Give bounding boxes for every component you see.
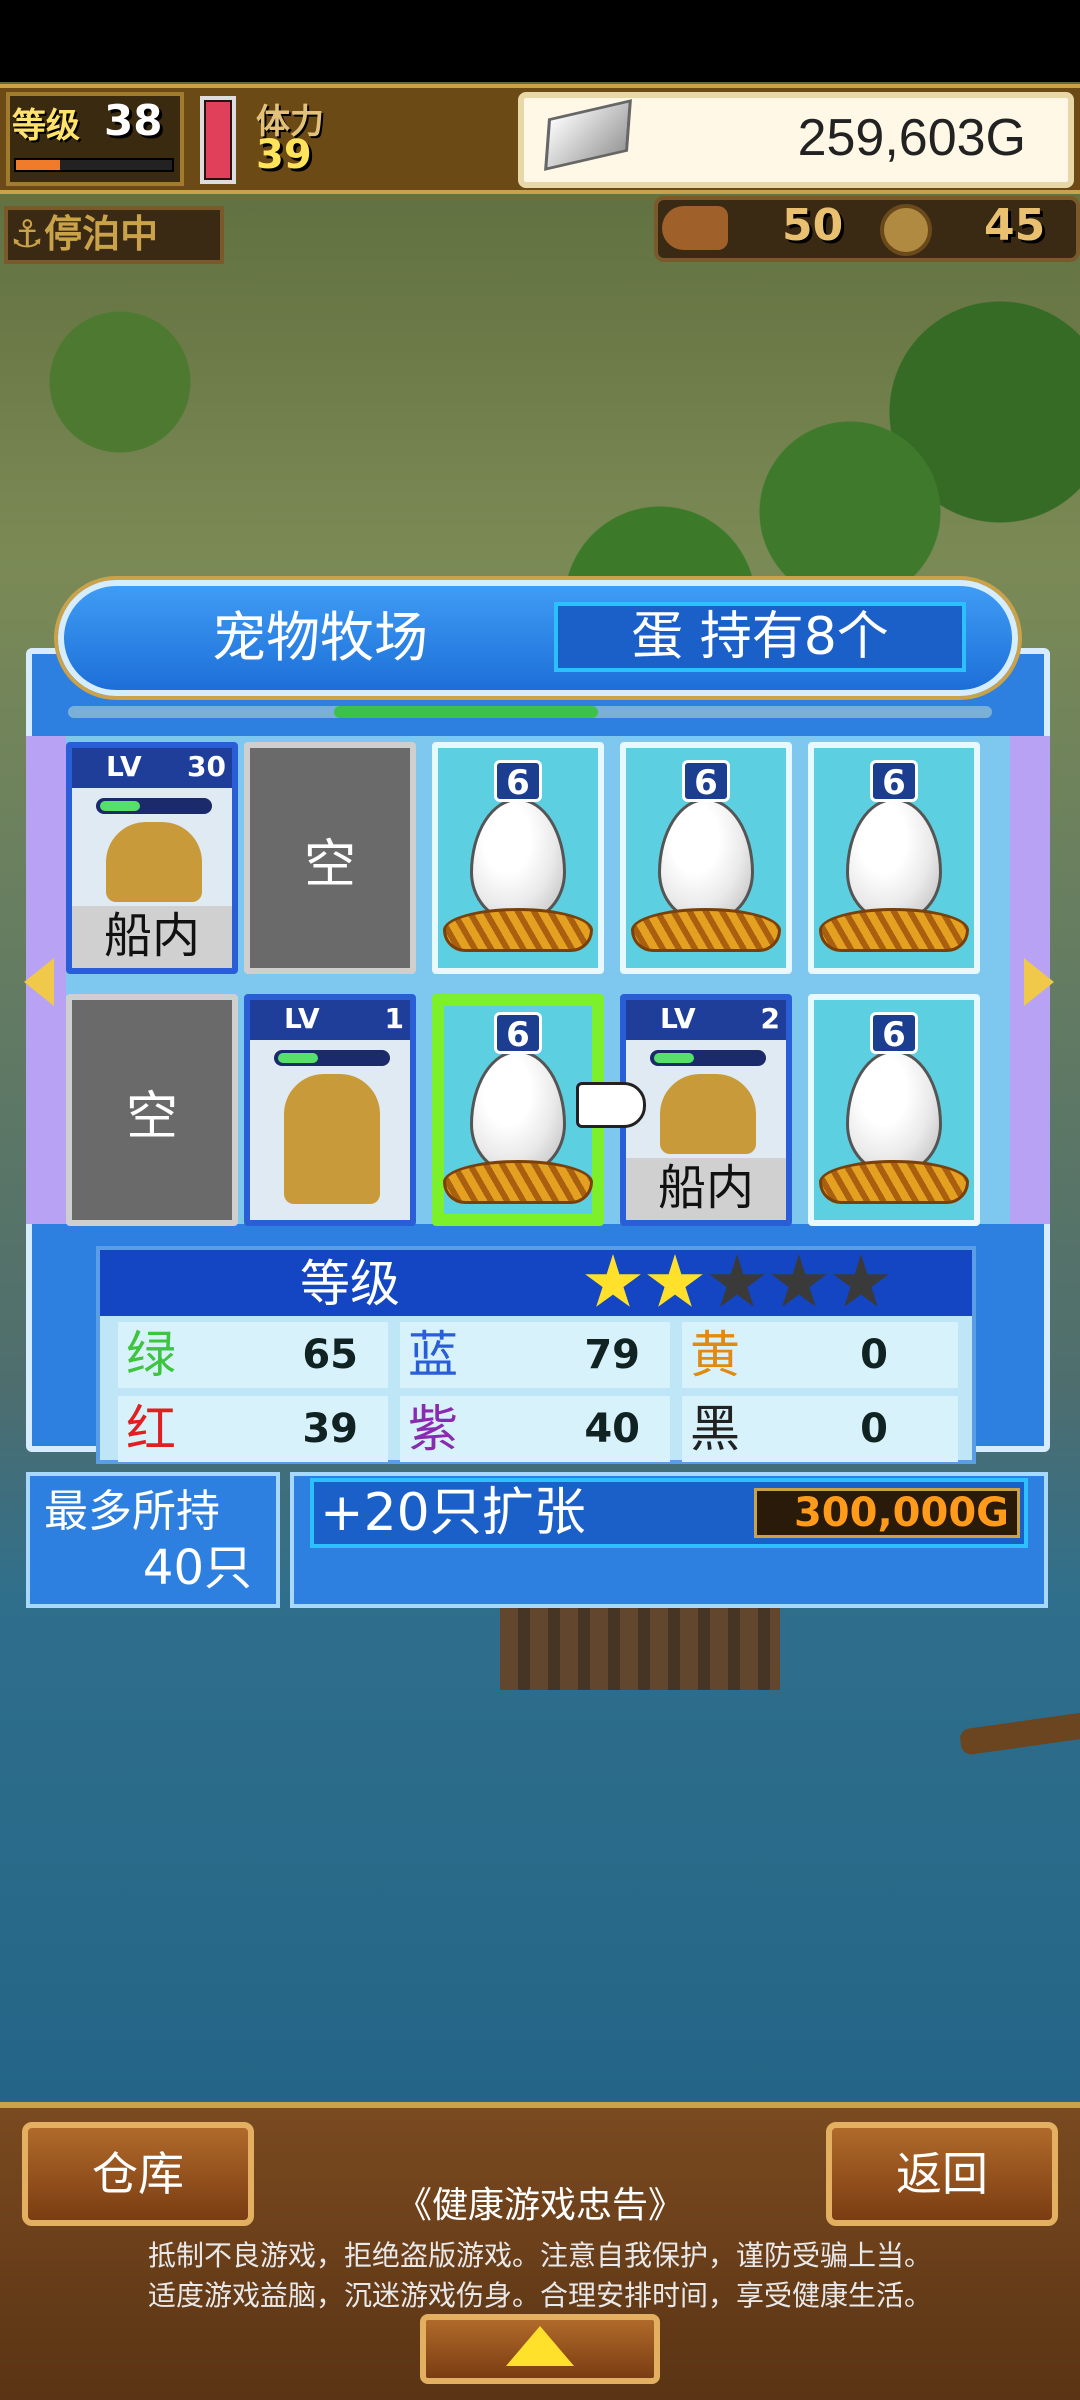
pet-sprite — [106, 822, 202, 902]
egg-hatch-count: 6 — [494, 1012, 542, 1055]
aboard-label: 船内 — [626, 1158, 786, 1220]
stat-value: 0 — [860, 1332, 888, 1378]
empty-slot-label: 空 — [303, 835, 356, 895]
pet-lv-tag: LV — [660, 1002, 696, 1035]
money-value: 259,603G — [797, 109, 1026, 167]
pointer-hand-icon — [576, 1082, 646, 1128]
fish-icon — [662, 206, 728, 250]
stat-value: 0 — [860, 1406, 888, 1452]
egg-hatch-count: 6 — [494, 760, 542, 803]
empty-slot-label: 空 — [125, 1087, 178, 1147]
stat-name: 红 — [126, 1400, 176, 1458]
pet-hp-fill — [278, 1053, 318, 1063]
nest-icon — [631, 908, 781, 952]
stat-name: 紫 — [408, 1400, 458, 1458]
next-page-arrow-icon[interactable] — [1024, 958, 1054, 1006]
stat-value: 65 — [302, 1332, 358, 1378]
stamina-value: 39 — [256, 132, 312, 178]
egg-hatch-count: 6 — [870, 760, 918, 803]
stamina-gauge-fill — [206, 102, 230, 178]
health-notice-title: 《健康游戏忠告》 — [395, 2185, 684, 2226]
egg-count: 蛋 持有8个 — [631, 607, 889, 667]
aboard-label: 船内 — [72, 906, 232, 968]
expand-capacity-label: +20只扩张 — [320, 1483, 586, 1543]
level-value: 38 — [104, 96, 163, 145]
stat-name: 黄 — [690, 1326, 740, 1384]
anchored-status: ⚓停泊中 — [10, 212, 159, 256]
stat-value: 40 — [584, 1406, 640, 1452]
capacity-label: 最多所持 — [44, 1486, 220, 1537]
grade-label: 等级 — [300, 1255, 400, 1313]
egg-hatch-count: 6 — [682, 760, 730, 803]
page-scrollbar-thumb[interactable] — [334, 706, 598, 718]
resource-fish-count: 50 — [782, 200, 844, 251]
egg-hatch-count: 6 — [870, 1012, 918, 1055]
stat-name: 绿 — [126, 1326, 176, 1384]
pet-sprite — [660, 1074, 756, 1154]
capacity-value: 40只 — [142, 1540, 252, 1596]
stat-name: 蓝 — [408, 1326, 458, 1384]
pet-level: 1 — [384, 1002, 404, 1035]
up-arrow-icon — [506, 2326, 574, 2366]
pet-hp-fill — [100, 801, 140, 811]
pet-sprite — [284, 1074, 380, 1204]
resource-coin-count: 45 — [984, 200, 1046, 251]
stat-value: 79 — [584, 1332, 640, 1378]
pet-level: 30 — [187, 750, 226, 783]
back-button[interactable]: 返回 — [826, 2122, 1058, 2226]
health-notice-line-1: 抵制不良游戏，拒绝盗版游戏。注意自我保护，谨防受骗上当。 — [147, 2239, 932, 2272]
stamina-label: 体力 — [256, 102, 324, 142]
nest-icon — [819, 908, 969, 952]
coin-icon — [880, 204, 932, 256]
grade-header — [100, 1250, 972, 1316]
warehouse-button[interactable]: 仓库 — [22, 2122, 254, 2226]
exp-bar-fill — [16, 160, 60, 170]
level-label: 等级 — [12, 106, 80, 146]
stat-value: 39 — [302, 1406, 358, 1452]
pet-hp-fill — [654, 1053, 694, 1063]
prev-page-arrow-icon[interactable] — [24, 958, 54, 1006]
health-notice-line-2: 适度游戏益脑，沉迷游戏伤身。合理安排时间，享受健康生活。 — [147, 2279, 932, 2312]
nest-icon — [819, 1160, 969, 1204]
ranch-title: 宠物牧场 — [212, 606, 428, 669]
pet-lv-tag: LV — [284, 1002, 320, 1035]
nest-icon — [443, 1160, 593, 1204]
pet-lv-tag: LV — [106, 750, 142, 783]
pet-level: 2 — [760, 1002, 780, 1035]
nest-icon — [443, 908, 593, 952]
stat-name: 黑 — [690, 1400, 740, 1458]
expand-price: 300,000G — [754, 1488, 1020, 1538]
